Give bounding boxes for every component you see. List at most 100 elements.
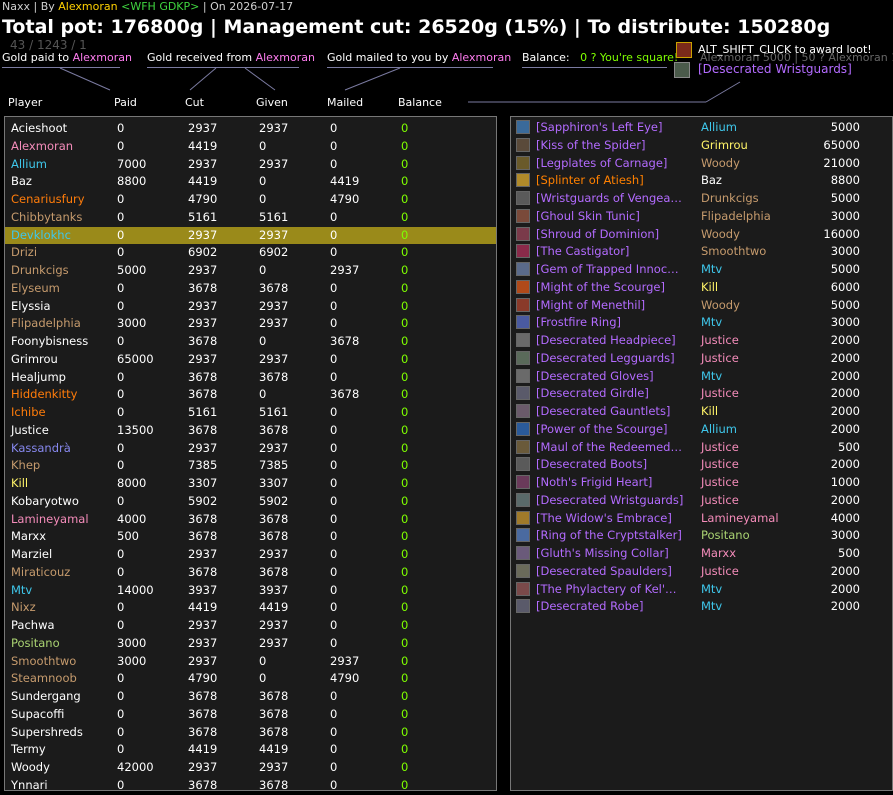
loot-row[interactable]: [Splinter of Atiesh] Baz 8800 (511, 172, 892, 190)
player-row[interactable]: Kobaryotwo 0 5902 5902 0 0 (5, 493, 496, 511)
loot-row[interactable]: [Gluth's Missing Collar] Marxx 500 (511, 545, 892, 563)
loot-row[interactable]: [Legplates of Carnage] Woody 21000 (511, 155, 892, 173)
item-link[interactable]: [Sapphiron's Left Eye] (536, 120, 662, 134)
loot-row[interactable]: [Might of the Scourge] Kill 6000 (511, 279, 892, 297)
loot-row[interactable]: [Desecrated Gauntlets] Kill 2000 (511, 403, 892, 421)
item-link[interactable]: [Frostfire Ring] (536, 315, 621, 329)
loot-row[interactable]: [Desecrated Wristguards] Justice 2000 (511, 492, 892, 510)
loot-row[interactable]: [The Phylactery of Kel'… Mtv 2000 (511, 581, 892, 599)
col-balance[interactable]: Balance (398, 96, 442, 109)
col-mailed[interactable]: Mailed (327, 96, 363, 109)
player-row[interactable]: Woody 42000 2937 2937 0 0 (5, 759, 496, 777)
player-row[interactable]: Alexmoran 0 4419 0 0 0 (5, 138, 496, 156)
loot-row[interactable]: [Desecrated Gloves] Mtv 2000 (511, 368, 892, 386)
loot-row[interactable]: [Desecrated Headpiece] Justice 2000 (511, 332, 892, 350)
player-row[interactable]: Kassandrà 0 2937 2937 0 0 (5, 440, 496, 458)
player-row[interactable]: Smoothtwo 3000 2937 0 2937 0 (5, 653, 496, 671)
item-link[interactable]: [Desecrated Gauntlets] (536, 404, 670, 418)
player-row[interactable]: Drunkcigs 5000 2937 0 2937 0 (5, 262, 496, 280)
item-link[interactable]: [Gem of Trapped Innoc… (536, 262, 679, 276)
player-row[interactable]: Hiddenkitty 0 3678 0 3678 0 (5, 386, 496, 404)
item-link[interactable]: [Might of Menethil] (536, 298, 645, 312)
player-row[interactable]: Ichibe 0 5161 5161 0 0 (5, 404, 496, 422)
player-row[interactable]: Grimrou 65000 2937 2937 0 0 (5, 351, 496, 369)
player-row[interactable]: Supacoffi 0 3678 3678 0 0 (5, 706, 496, 724)
loot-row[interactable]: [Desecrated Robe] Mtv 2000 (511, 598, 892, 616)
item-link[interactable]: [Maul of the Redeemed… (536, 440, 682, 454)
player-row[interactable]: Nixz 0 4419 4419 0 0 (5, 599, 496, 617)
col-given[interactable]: Given (256, 96, 288, 109)
player-row[interactable]: Steamnoob 0 4790 0 4790 0 (5, 670, 496, 688)
loot-row[interactable]: [Ring of the Cryptstalker] Positano 3000 (511, 527, 892, 545)
item-link[interactable]: [Might of the Scourge] (536, 280, 665, 294)
loot-row[interactable]: [Power of the Scourge] Allium 2000 (511, 421, 892, 439)
player-row[interactable]: Elyseum 0 3678 3678 0 0 (5, 280, 496, 298)
item-link[interactable]: [Kiss of the Spider] (536, 138, 646, 152)
loot-row[interactable]: [Frostfire Ring] Mtv 3000 (511, 314, 892, 332)
player-row[interactable]: Marxx 500 3678 3678 0 0 (5, 528, 496, 546)
loot-row[interactable]: [Desecrated Boots] Justice 2000 (511, 456, 892, 474)
loot-row[interactable]: [The Castigator] Smoothtwo 3000 (511, 243, 892, 261)
col-cut[interactable]: Cut (185, 96, 204, 109)
item-link[interactable]: [Desecrated Legguards] (536, 351, 675, 365)
item-link[interactable]: [Desecrated Wristguards] (536, 493, 683, 507)
item-link[interactable]: [Noth's Frigid Heart] (536, 475, 652, 489)
item-link[interactable]: [The Castigator] (536, 244, 629, 258)
player-row[interactable]: Drizi 0 6902 6902 0 0 (5, 244, 496, 262)
loot-row[interactable]: [Wristguards of Vengea… Drunkcigs 5000 (511, 190, 892, 208)
loot-row[interactable]: [Gem of Trapped Innoc… Mtv 5000 (511, 261, 892, 279)
item-link[interactable]: [Desecrated Boots] (536, 457, 647, 471)
player-row[interactable]: Ynnari 0 3678 3678 0 0 (5, 777, 496, 795)
item-link[interactable]: [Ring of the Cryptstalker] (536, 528, 682, 542)
loot-row[interactable]: [Desecrated Spaulders] Justice 2000 (511, 563, 892, 581)
item-link[interactable]: [Shroud of Dominion] (536, 227, 659, 241)
item-link[interactable]: [Desecrated Girdle] (536, 386, 649, 400)
player-row[interactable]: Marziel 0 2937 2937 0 0 (5, 546, 496, 564)
col-paid[interactable]: Paid (114, 96, 137, 109)
item-link[interactable]: [Desecrated Robe] (536, 599, 644, 613)
item-link[interactable]: [The Phylactery of Kel'… (536, 582, 677, 596)
item-link[interactable]: [The Widow's Embrace] (536, 511, 672, 525)
player-row[interactable]: Pachwa 0 2937 2937 0 0 (5, 617, 496, 635)
loot-row[interactable]: [Might of Menethil] Woody 5000 (511, 297, 892, 315)
player-row[interactable]: Kill 8000 3307 3307 0 0 (5, 475, 496, 493)
item-link[interactable]: [Legplates of Carnage] (536, 156, 667, 170)
player-row[interactable]: Khep 0 7385 7385 0 0 (5, 457, 496, 475)
loot-row[interactable]: [Sapphiron's Left Eye] Allium 5000 (511, 119, 892, 137)
player-row[interactable]: Baz 8800 4419 0 4419 0 (5, 173, 496, 191)
player-row[interactable]: Mtv 14000 3937 3937 0 0 (5, 582, 496, 600)
loot-row[interactable]: [Kiss of the Spider] Grimrou 65000 (511, 137, 892, 155)
player-row[interactable]: Lamineyamal 4000 3678 3678 0 0 (5, 511, 496, 529)
item-link[interactable]: [Ghoul Skin Tunic] (536, 209, 640, 223)
item-link[interactable]: [Wristguards of Vengea… (536, 191, 682, 205)
col-player[interactable]: Player (8, 96, 42, 109)
item-link[interactable]: [Splinter of Atiesh] (536, 173, 644, 187)
player-row[interactable]: Positano 3000 2937 2937 0 0 (5, 635, 496, 653)
item-link[interactable]: [Gluth's Missing Collar] (536, 546, 669, 560)
loot-row[interactable]: [Shroud of Dominion] Woody 16000 (511, 226, 892, 244)
player-row[interactable]: Termy 0 4419 4419 0 0 (5, 741, 496, 759)
player-row[interactable]: Healjump 0 3678 3678 0 0 (5, 369, 496, 387)
loot-row[interactable]: [Desecrated Girdle] Justice 2000 (511, 385, 892, 403)
loot-row[interactable]: [Ghoul Skin Tunic] Flipadelphia 3000 (511, 208, 892, 226)
player-row[interactable]: Cenariusfury 0 4790 0 4790 0 (5, 191, 496, 209)
player-row[interactable]: Devklokhc 0 2937 2937 0 0 (5, 226, 496, 245)
player-row[interactable]: Acieshoot 0 2937 2937 0 0 (5, 120, 496, 138)
item-link[interactable]: [Desecrated Gloves] (536, 369, 654, 383)
item-link[interactable]: [Desecrated Headpiece] (536, 333, 676, 347)
player-row[interactable]: Flipadelphia 3000 2937 2937 0 0 (5, 315, 496, 333)
player-row[interactable]: Sundergang 0 3678 3678 0 0 (5, 688, 496, 706)
loot-row[interactable]: [Maul of the Redeemed… Justice 500 (511, 439, 892, 457)
player-row[interactable]: Justice 13500 3678 3678 0 0 (5, 422, 496, 440)
item-link[interactable]: [Power of the Scourge] (536, 422, 668, 436)
loot-row[interactable]: [Desecrated Legguards] Justice 2000 (511, 350, 892, 368)
item-link[interactable]: [Desecrated Spaulders] (536, 564, 672, 578)
player-row[interactable]: Allium 7000 2937 2937 0 0 (5, 156, 496, 174)
player-row[interactable]: Elyssia 0 2937 2937 0 0 (5, 298, 496, 316)
player-row[interactable]: Chibbytanks 0 5161 5161 0 0 (5, 209, 496, 227)
player-row[interactable]: Miraticouz 0 3678 3678 0 0 (5, 564, 496, 582)
player-row[interactable]: Foonybisness 0 3678 0 3678 0 (5, 333, 496, 351)
loot-row[interactable]: [The Widow's Embrace] Lamineyamal 4000 (511, 510, 892, 528)
player-row[interactable]: Supershreds 0 3678 3678 0 0 (5, 724, 496, 742)
loot-row[interactable]: [Noth's Frigid Heart] Justice 1000 (511, 474, 892, 492)
